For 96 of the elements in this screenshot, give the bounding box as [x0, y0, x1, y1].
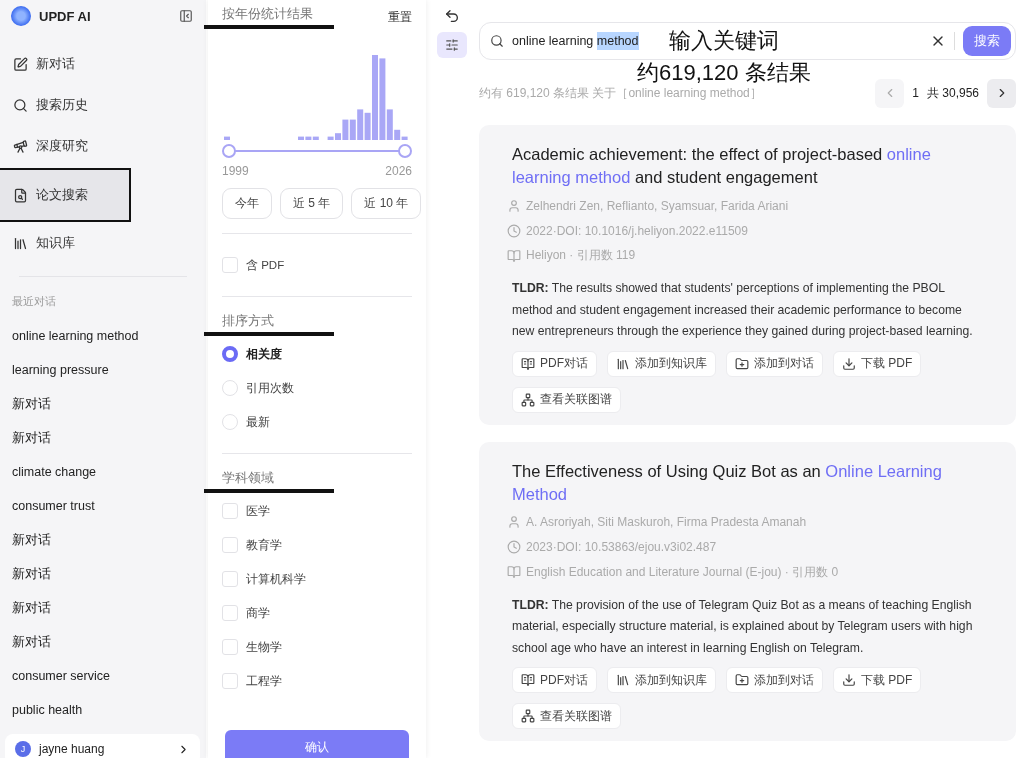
recent-chat-item[interactable]: public health: [5, 693, 201, 727]
filter-button[interactable]: [437, 32, 467, 58]
folder-plus-icon: [735, 356, 749, 371]
year-label: 1999: [222, 164, 249, 178]
action-button[interactable]: 查看关联图谱: [512, 703, 621, 729]
recent-chat-item[interactable]: 新对话: [5, 625, 201, 659]
doi: 2022·DOI: 10.1016/j.heliyon.2022.e11509: [526, 223, 748, 238]
telescope-icon: [13, 139, 28, 154]
recent-chat-item[interactable]: learning pressure: [5, 353, 201, 387]
field-checkbox[interactable]: 商学: [222, 596, 412, 630]
avatar: J: [15, 741, 31, 757]
year-preset-button[interactable]: 近 10 年: [351, 188, 422, 219]
authors: Zelhendri Zen, Reflianto, Syamsuar, Farida Ariani: [526, 198, 789, 213]
search-icon: [13, 98, 28, 113]
action-button[interactable]: PDF对话: [512, 350, 597, 377]
year-preset-button[interactable]: 今年: [222, 188, 272, 219]
app-logo-icon: [11, 6, 31, 26]
result-title[interactable]: The Effectiveness of Using Quiz Bot as an Online Learning Method: [512, 459, 983, 506]
clock-icon: [507, 223, 521, 238]
confirm-button[interactable]: 确认: [225, 730, 409, 758]
tldr-text: TLDR: The results showed that students' perceptions of implementing the PBOL method and student engagement increased their academic performance to become new entrepreneurs through the experience they gained during project-based learning.: [512, 280, 974, 340]
search-icon: [490, 34, 504, 48]
recent-chat-item[interactable]: 新对话: [5, 557, 201, 591]
field-checkbox[interactable]: 教育学: [222, 528, 412, 562]
action-button[interactable]: 添加到对话: [726, 350, 823, 377]
network-icon: [521, 392, 535, 407]
recent-chat-item[interactable]: 新对话: [5, 523, 201, 557]
section-title: 排序方式: [204, 312, 334, 336]
page-number: 1: [912, 86, 919, 100]
book-icon: [507, 565, 521, 579]
section-title: 按年份统计结果: [204, 5, 334, 29]
callout-label: 输入关键词: [669, 27, 779, 55]
book-icon: [521, 356, 535, 371]
pdf-checkbox[interactable]: 含 PDF: [222, 248, 412, 282]
sort-radio[interactable]: 引用次数: [222, 371, 412, 405]
recent-chat-item[interactable]: 新对话: [5, 591, 201, 625]
folder-plus-icon: [735, 673, 749, 687]
action-button[interactable]: PDF对话: [512, 667, 597, 693]
sort-radio[interactable]: 相关度: [222, 337, 412, 371]
action-button[interactable]: 添加到知识库: [607, 667, 716, 693]
result-title[interactable]: Academic achievement: the effect of project-based online learning method and student engagement: [512, 143, 983, 189]
year-label: 2026: [385, 164, 412, 178]
result-summary: 约有 619,120 条结果 关于［online learning method］: [479, 84, 762, 102]
nav-item[interactable]: 搜索历史: [5, 88, 201, 123]
field-checkbox[interactable]: 生物学: [222, 630, 412, 664]
download-icon: [842, 673, 856, 687]
field-checkbox[interactable]: 计算机科学: [222, 562, 412, 596]
sort-radio[interactable]: 最新: [222, 405, 412, 439]
document-search-icon: [13, 187, 28, 203]
section-title: 最近对话: [11, 295, 57, 309]
search-button[interactable]: 搜索: [963, 26, 1011, 56]
action-button[interactable]: 下载 PDF: [833, 350, 922, 377]
recent-chat-item[interactable]: consumer service: [5, 659, 201, 693]
sliders-icon: [445, 38, 459, 52]
action-button[interactable]: 添加到对话: [726, 667, 823, 693]
library-icon: [616, 673, 630, 687]
nav-item[interactable]: 论文搜索: [0, 170, 129, 220]
library-icon: [616, 356, 630, 371]
download-icon: [842, 356, 856, 371]
tldr-text: TLDR: The provision of the use of Telegram Quiz Bot as a means of teaching English material, especially structure material, is explained about by Telegram users with high school age who have an interest in learning English on Telegram.: [512, 596, 974, 657]
network-icon: [521, 709, 535, 723]
recent-chat-item[interactable]: 新对话: [5, 421, 201, 455]
person-icon: [507, 198, 521, 213]
callout-label: 约619,120 条结果: [637, 59, 811, 87]
action-button[interactable]: 下载 PDF: [833, 667, 922, 693]
clock-icon: [507, 540, 521, 554]
reset-button[interactable]: 重置: [388, 8, 412, 26]
user-menu[interactable]: J jayne huang: [5, 734, 200, 758]
app-name: UPDF AI: [39, 8, 92, 24]
source: English Education and Literature Journal (E-jou) · 引用数 0: [526, 563, 839, 581]
action-button[interactable]: 添加到知识库: [607, 350, 716, 377]
book-icon: [521, 673, 535, 687]
recent-chat-item[interactable]: 新对话: [5, 387, 201, 421]
authors: A. Asroriyah, Siti Maskuroh, Firma Pradesta Amanah: [526, 515, 807, 529]
nav-item[interactable]: 深度研究: [5, 129, 201, 164]
page-total: 共 30,956: [926, 84, 979, 102]
recent-chat-item[interactable]: consumer trust: [5, 489, 201, 523]
pen-icon: [13, 57, 28, 72]
field-checkbox[interactable]: 工程学: [222, 664, 412, 698]
undo-icon[interactable]: [444, 8, 460, 24]
library-icon: [13, 236, 28, 251]
collapse-sidebar-icon[interactable]: [179, 9, 193, 23]
book-icon: [507, 248, 521, 263]
source: Heliyon · 引用数 119: [526, 247, 636, 264]
action-button[interactable]: 查看关联图谱: [512, 386, 621, 413]
nav-item[interactable]: 知识库: [5, 226, 201, 261]
year-range-slider[interactable]: [222, 144, 412, 158]
recent-chat-item[interactable]: climate change: [5, 455, 201, 489]
field-checkbox[interactable]: 医学: [222, 494, 412, 528]
histogram-bar: [224, 136, 230, 140]
nav-item[interactable]: 新对话: [5, 47, 201, 82]
year-preset-button[interactable]: 近 5 年: [280, 188, 344, 219]
section-title: 学科领域: [204, 469, 334, 493]
recent-chat-item[interactable]: online learning method: [5, 319, 201, 353]
doi: 2023·DOI: 10.53863/ejou.v3i02.487: [526, 540, 717, 554]
person-icon: [507, 515, 521, 529]
